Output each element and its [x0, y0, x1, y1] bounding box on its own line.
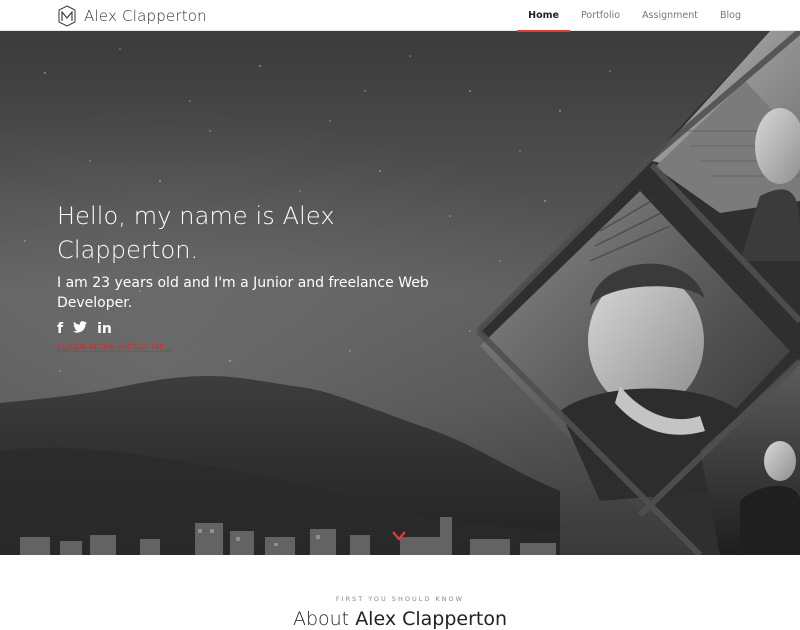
chevron-down-icon[interactable]: [392, 531, 406, 541]
linkedin-icon[interactable]: in: [97, 321, 112, 337]
nav-assignment[interactable]: Assignment: [631, 0, 709, 31]
twitter-bird-shape: [73, 321, 88, 333]
top-navbar: Alex Clapperton Home Portfolio Assignmen…: [0, 0, 800, 32]
learn-more-link[interactable]: LEARN MORE ABOUT ME...: [57, 343, 437, 353]
about-eyebrow: FIRST YOU SHOULD KNOW: [335, 595, 465, 603]
nav-portfolio[interactable]: Portfolio: [570, 0, 631, 31]
brand-link[interactable]: Alex Clapperton: [57, 4, 207, 28]
about-heading-light: About: [292, 608, 350, 630]
twitter-icon[interactable]: [73, 321, 88, 337]
about-section: FIRST YOU SHOULD KNOW About Alex Clapper…: [0, 555, 800, 630]
monogram-logo-icon: [58, 5, 76, 27]
social-links: f in: [57, 321, 437, 337]
nav-links: Home Portfolio Assignment Blog: [517, 0, 752, 32]
hero-section: Hello, my name is Alex Clapperton. I am …: [0, 31, 800, 555]
facebook-icon[interactable]: f: [57, 321, 63, 337]
about-heading-name: Alex Clapperton: [355, 608, 508, 630]
hero-subtitle: I am 23 years old and I'm a Junior and f…: [57, 275, 429, 311]
hero-title: Hello, my name is Alex Clapperton.: [57, 202, 335, 264]
nav-home[interactable]: Home: [517, 0, 570, 32]
about-heading: About Alex Clapperton: [0, 608, 800, 630]
nav-blog[interactable]: Blog: [709, 0, 752, 31]
hero-intro: Hello, my name is Alex Clapperton. I am …: [57, 199, 437, 353]
brand-name: Alex Clapperton: [84, 7, 207, 25]
